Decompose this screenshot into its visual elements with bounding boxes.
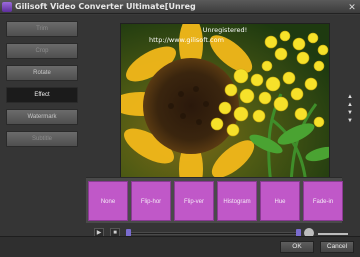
timeline-slider[interactable] xyxy=(130,232,300,235)
title-bar: Gilisoft Video Converter Ultimate[Unreg … xyxy=(0,0,360,14)
cancel-button[interactable]: Cancel xyxy=(320,241,354,253)
triangle-up-icon: ▲ xyxy=(347,102,353,108)
close-button[interactable]: ✕ xyxy=(347,2,357,12)
volume-slider[interactable] xyxy=(318,233,348,235)
triangle-down-icon: ▼ xyxy=(347,110,353,116)
sidebar-item-rotate[interactable]: Rotate xyxy=(6,65,78,81)
sidebar-item-crop[interactable]: Crop xyxy=(6,43,78,59)
effect-tile-flip-hor[interactable]: Flip-hor xyxy=(131,181,171,221)
main-content: Trim Crop Rotate Effect Watermark Subtit… xyxy=(0,15,360,257)
sidebar-item-watermark[interactable]: Watermark xyxy=(6,109,78,125)
scroll-top-button[interactable]: ▲ xyxy=(346,93,354,101)
effect-tile-hue[interactable]: Hue xyxy=(260,181,300,221)
app-logo-icon xyxy=(2,2,12,12)
sidebar: Trim Crop Rotate Effect Watermark Subtit… xyxy=(6,21,80,153)
scroll-up-button[interactable]: ▲ xyxy=(346,101,354,109)
window-title: Gilisoft Video Converter Ultimate[Unreg xyxy=(15,2,196,11)
preview-image xyxy=(121,24,329,182)
scroll-down-button[interactable]: ▼ xyxy=(346,109,354,117)
triangle-down-icon: ▼ xyxy=(347,118,353,124)
video-preview: Unregistered! http://www.gilisoft.com xyxy=(120,23,330,183)
sidebar-item-trim[interactable]: Trim xyxy=(6,21,78,37)
effect-tile-fade-in[interactable]: Fade-in xyxy=(303,181,343,221)
effect-tile-flip-ver[interactable]: Flip-ver xyxy=(174,181,214,221)
effect-tile-none[interactable]: None xyxy=(88,181,128,221)
close-icon: ✕ xyxy=(348,2,356,12)
unregistered-label: Unregistered! xyxy=(202,26,248,34)
ok-button[interactable]: OK xyxy=(280,241,314,253)
website-url-label: http://www.gilisoft.com xyxy=(149,36,224,44)
footer-bar: OK Cancel xyxy=(0,236,360,257)
effect-scroll-controls: ▲ ▲ ▼ ▼ xyxy=(346,93,354,143)
effect-tile-histogram[interactable]: Histogram xyxy=(217,181,257,221)
sidebar-item-effect[interactable]: Effect xyxy=(6,87,78,103)
effects-strip: None Flip-hor Flip-ver Histogram Hue Fad… xyxy=(86,177,343,223)
scroll-bottom-button[interactable]: ▼ xyxy=(346,117,354,125)
sidebar-item-subtitle[interactable]: Subtitle xyxy=(6,131,78,147)
triangle-up-icon: ▲ xyxy=(347,94,353,100)
